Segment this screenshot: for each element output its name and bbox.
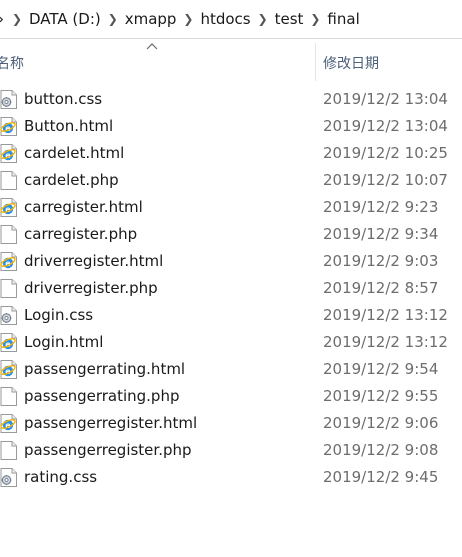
breadcrumb-item-xmapp[interactable]: xmapp [124, 10, 178, 28]
file-name[interactable]: rating.css [24, 468, 97, 486]
file-name[interactable]: Button.html [24, 117, 113, 135]
blank-file-icon [0, 279, 18, 298]
html-file-icon: e [0, 198, 18, 217]
file-name[interactable]: driverregister.html [24, 252, 163, 270]
file-row[interactable]: e Login.html 2019/12/2 13:12 [0, 329, 462, 356]
file-date-modified: 2019/12/2 13:04 [323, 90, 448, 108]
blank-file-icon [0, 171, 18, 190]
file-row[interactable]: e driverregister.html 2019/12/2 9:03 [0, 248, 462, 275]
file-row[interactable]: e passengerrating.html 2019/12/2 9:54 [0, 356, 462, 383]
html-file-icon: e [0, 144, 18, 163]
file-name[interactable]: button.css [24, 90, 102, 108]
blank-file-icon [0, 387, 18, 406]
file-row[interactable]: e carregister.html 2019/12/2 9:23 [0, 194, 462, 221]
html-file-icon: e [0, 360, 18, 379]
file-date-modified: 2019/12/2 10:07 [323, 171, 448, 189]
file-name[interactable]: passengerrating.html [24, 360, 185, 378]
column-header-row: 名称 修改日期 [0, 39, 462, 83]
file-name[interactable]: Login.html [24, 333, 103, 351]
chevron-right-icon[interactable]: ❯ [6, 12, 28, 26]
file-date-modified: 2019/12/2 13:04 [323, 117, 448, 135]
file-explorer-window: › ❯ DATA (D:) ❯ xmapp ❯ htdocs ❯ test ❯ … [0, 0, 462, 557]
file-row[interactable]: driverregister.php 2019/12/2 8:57 [0, 275, 462, 302]
chevron-right-icon[interactable]: ❯ [177, 12, 199, 26]
column-divider[interactable] [315, 43, 316, 81]
file-row[interactable]: passengerrating.php 2019/12/2 9:55 [0, 383, 462, 410]
html-file-icon: e [0, 252, 18, 271]
css-file-icon [0, 468, 18, 487]
file-list: button.css 2019/12/2 13:04 e Button.html 201… [0, 86, 462, 491]
breadcrumb-item-test[interactable]: test [274, 10, 305, 28]
file-name[interactable]: Login.css [24, 306, 93, 324]
file-row[interactable]: cardelet.php 2019/12/2 10:07 [0, 167, 462, 194]
file-name[interactable]: cardelet.php [24, 171, 119, 189]
file-date-modified: 2019/12/2 9:23 [323, 198, 439, 216]
breadcrumb[interactable]: › ❯ DATA (D:) ❯ xmapp ❯ htdocs ❯ test ❯ … [0, 0, 462, 39]
file-date-modified: 2019/12/2 9:06 [323, 414, 439, 432]
file-date-modified: 2019/12/2 9:03 [323, 252, 439, 270]
file-date-modified: 2019/12/2 9:34 [323, 225, 439, 243]
file-name[interactable]: passengerrating.php [24, 387, 180, 405]
file-date-modified: 2019/12/2 10:25 [323, 144, 448, 162]
chevron-right-icon[interactable]: ❯ [304, 12, 326, 26]
chevron-right-icon[interactable]: ❯ [102, 12, 124, 26]
blank-file-icon [0, 225, 18, 244]
html-file-icon: e [0, 333, 18, 352]
file-name[interactable]: passengerregister.html [24, 414, 197, 432]
file-date-modified: 2019/12/2 9:08 [323, 441, 439, 459]
file-date-modified: 2019/12/2 9:45 [323, 468, 439, 486]
file-row[interactable]: e cardelet.html 2019/12/2 10:25 [0, 140, 462, 167]
file-date-modified: 2019/12/2 9:54 [323, 360, 439, 378]
column-header-date-modified[interactable]: 修改日期 [323, 53, 379, 73]
file-name[interactable]: driverregister.php [24, 279, 158, 297]
css-file-icon [0, 306, 18, 325]
breadcrumb-item-final[interactable]: final [326, 10, 360, 28]
file-row[interactable]: rating.css 2019/12/2 9:45 [0, 464, 462, 491]
file-row[interactable]: Login.css 2019/12/2 13:12 [0, 302, 462, 329]
column-header-name[interactable]: 名称 [0, 53, 24, 73]
css-file-icon [0, 90, 18, 109]
breadcrumb-item-drive[interactable]: DATA (D:) [28, 10, 102, 28]
file-row[interactable]: button.css 2019/12/2 13:04 [0, 86, 462, 113]
blank-file-icon [0, 441, 18, 460]
file-name[interactable]: carregister.html [24, 198, 143, 216]
file-name[interactable]: passengerregister.php [24, 441, 192, 459]
sort-ascending-icon [146, 43, 158, 50]
file-date-modified: 2019/12/2 13:12 [323, 333, 448, 351]
file-row[interactable]: carregister.php 2019/12/2 9:34 [0, 221, 462, 248]
chevron-right-icon[interactable]: ❯ [252, 12, 274, 26]
file-name[interactable]: cardelet.html [24, 144, 124, 162]
file-date-modified: 2019/12/2 8:57 [323, 279, 439, 297]
file-name[interactable]: carregister.php [24, 225, 137, 243]
file-row[interactable]: passengerregister.php 2019/12/2 9:08 [0, 437, 462, 464]
file-date-modified: 2019/12/2 9:55 [323, 387, 439, 405]
html-file-icon: e [0, 117, 18, 136]
breadcrumb-item-htdocs[interactable]: htdocs [199, 10, 251, 28]
file-row[interactable]: e passengerregister.html 2019/12/2 9:06 [0, 410, 462, 437]
file-row[interactable]: e Button.html 2019/12/2 13:04 [0, 113, 462, 140]
file-date-modified: 2019/12/2 13:12 [323, 306, 448, 324]
html-file-icon: e [0, 414, 18, 433]
